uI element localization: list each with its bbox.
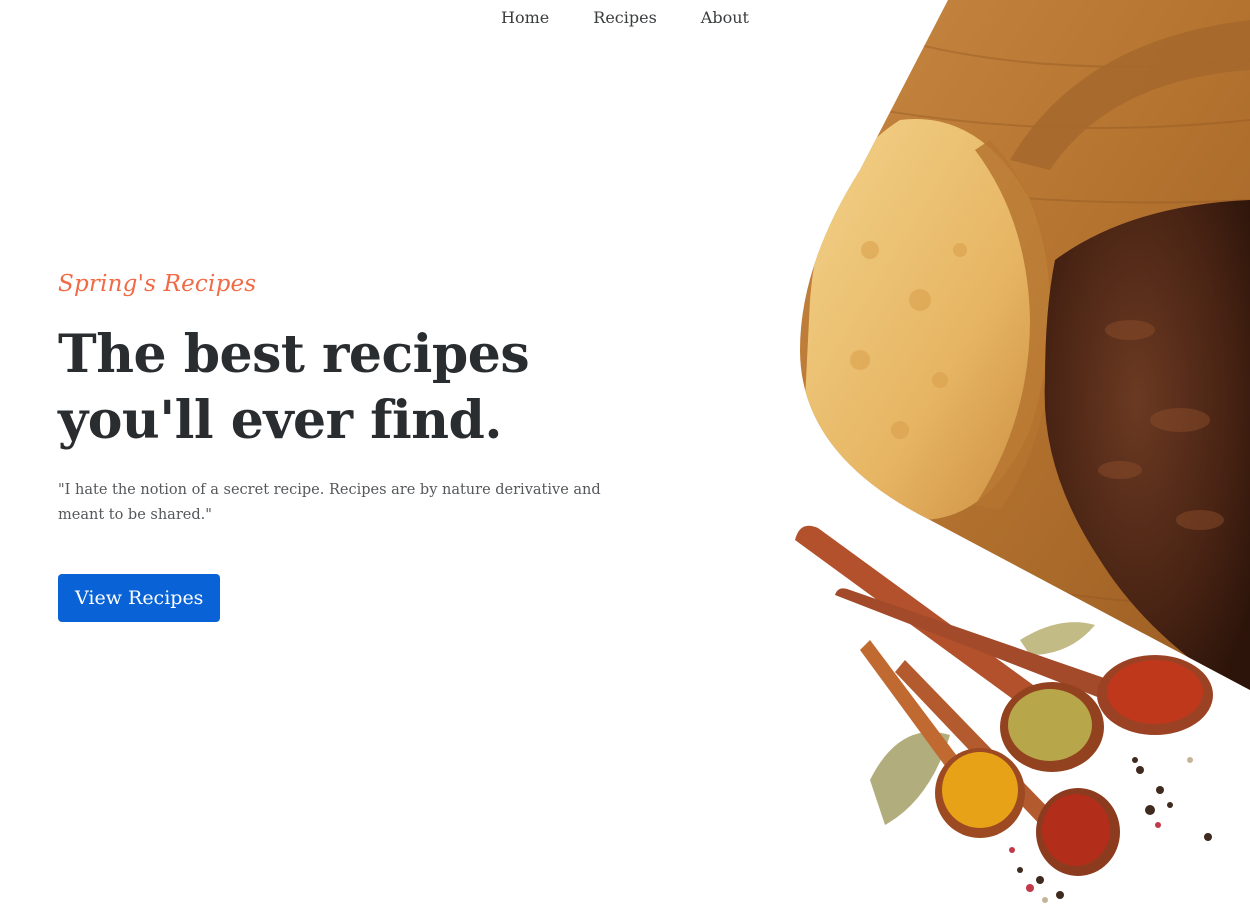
site-tagline: Spring's Recipes: [58, 271, 257, 297]
hero-headline: The best recipes you'll ever find.: [58, 324, 530, 451]
nav-list: Home Recipes About: [479, 8, 771, 28]
view-recipes-button[interactable]: View Recipes: [58, 574, 221, 622]
landing-page: Home Recipes About Spring's Recipes The …: [0, 0, 1250, 921]
nav-item-home: Home: [501, 8, 549, 28]
nav-item-about: About: [701, 8, 749, 28]
nav-link-recipes[interactable]: Recipes: [593, 8, 657, 27]
hero-quote: "I hate the notion of a secret recipe. R…: [58, 482, 601, 523]
nav-link-about[interactable]: About: [701, 8, 749, 27]
nav-link-home[interactable]: Home: [501, 8, 549, 27]
main-nav: Home Recipes About: [0, 8, 1250, 28]
nav-item-recipes: Recipes: [593, 8, 657, 28]
hero-section: Spring's Recipes The best recipes you'll…: [58, 268, 638, 622]
